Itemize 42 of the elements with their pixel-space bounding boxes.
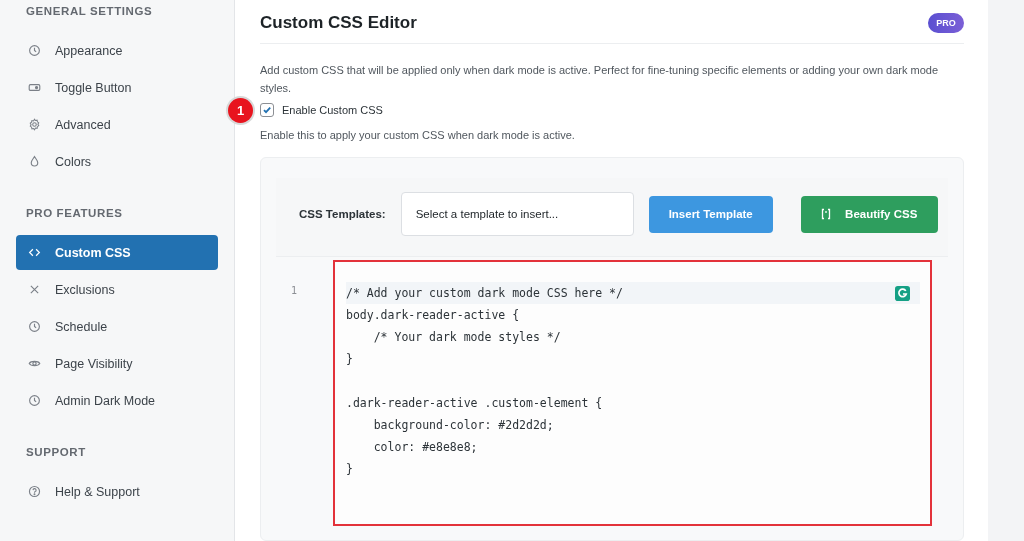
help-text: Enable this to apply your custom CSS when dark mode is active. xyxy=(260,129,576,141)
sidebar-item[interactable]: Toggle Button xyxy=(16,70,218,105)
sidebar-item[interactable]: Help & Support xyxy=(16,474,218,509)
section-heading: PRO FEATURES xyxy=(25,207,124,219)
clock-icon xyxy=(28,44,41,57)
step-marker: 1 xyxy=(228,98,253,123)
code-line: color: #e8e8e8; xyxy=(372,439,479,456)
description-text: Add custom CSS that will be applied only when dark mode is active. Perfect for fine-tuning specific elements or adding your own dark mode styles. xyxy=(260,63,940,96)
sidebar-item[interactable]: Appearance xyxy=(16,33,218,68)
code-line: } xyxy=(346,461,354,478)
close-icon xyxy=(28,283,41,296)
code-line: body.dark-reader-active { xyxy=(346,307,521,324)
code-editor[interactable]: /* Add your custom dark mode CSS here */ body.dark-reader-active { /* Your dark mode styles */ } .dark-reader-active .custom-element { background-color: #2d2d2d; color: #e8e8e8; } xyxy=(333,260,932,526)
code-line: /* Your dark mode styles */ xyxy=(372,329,562,346)
page-title: Custom CSS Editor xyxy=(260,12,417,33)
sidebar-item[interactable]: Admin Dark Mode xyxy=(16,383,218,418)
help-icon xyxy=(28,485,41,498)
code-line: } xyxy=(346,351,354,368)
gear-icon xyxy=(28,118,41,131)
sidebar-item[interactable]: Exclusions xyxy=(16,272,218,307)
enable-checkbox[interactable] xyxy=(260,103,274,117)
code-icon xyxy=(28,246,41,259)
sidebar-item[interactable]: Schedule xyxy=(16,309,218,344)
clock-icon xyxy=(28,320,41,333)
sidebar-item[interactable]: Colors xyxy=(16,144,218,179)
toggle-icon xyxy=(28,81,41,94)
code-line: .dark-reader-active .custom-element { xyxy=(346,395,604,412)
section-heading: SUPPORT xyxy=(25,446,87,458)
pro-badge: PRO xyxy=(928,12,964,33)
sidebar-item[interactable]: Custom CSS xyxy=(16,235,218,270)
checkbox-label: Enable Custom CSS xyxy=(282,104,383,116)
line-number: 1 xyxy=(291,285,298,296)
bracket-icon xyxy=(821,208,832,220)
templates-label: CSS Templates: xyxy=(299,208,386,220)
template-select[interactable]: Select a template to insert... xyxy=(400,192,634,236)
drop-icon xyxy=(28,155,41,168)
sidebar-item[interactable]: Advanced xyxy=(16,107,218,142)
code-line: background-color: #2d2d2d; xyxy=(372,417,555,434)
sidebar-item[interactable]: Page Visibility xyxy=(16,346,218,381)
section-heading: GENERAL SETTINGS xyxy=(25,5,154,17)
clock-icon xyxy=(28,394,41,407)
check-icon xyxy=(262,105,272,115)
